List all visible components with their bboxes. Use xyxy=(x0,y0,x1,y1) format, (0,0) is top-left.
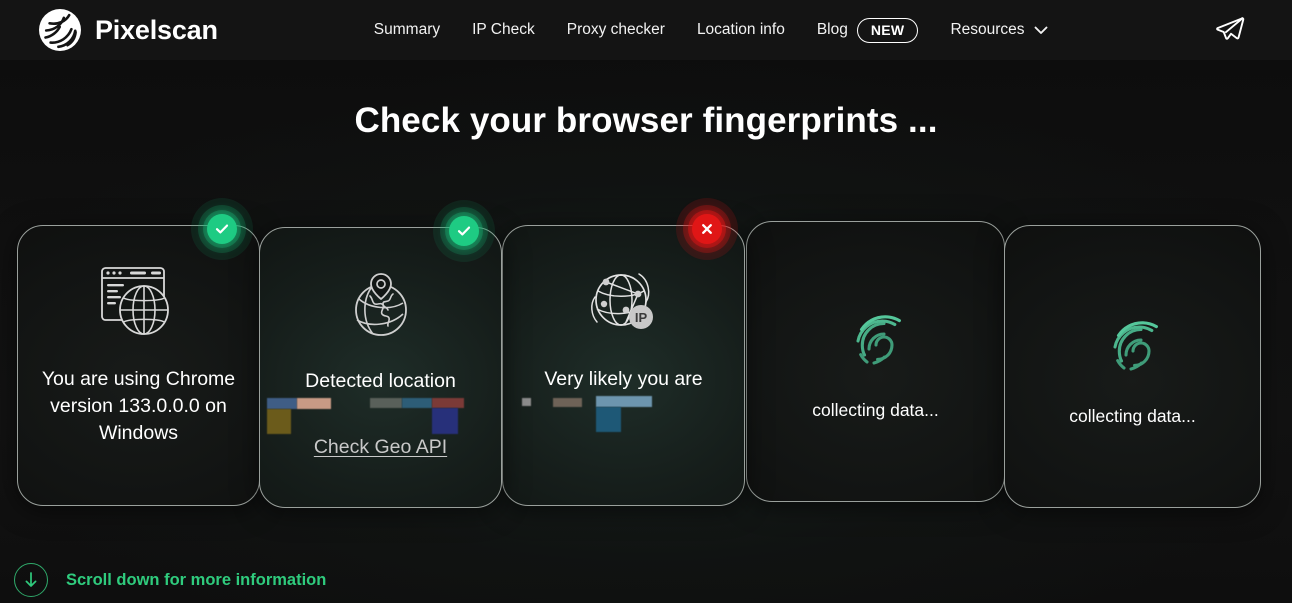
nav-item-summary[interactable]: Summary xyxy=(358,22,456,38)
redacted-proxy-value xyxy=(503,396,744,432)
nav-item-proxy-checker[interactable]: Proxy checker xyxy=(551,22,681,38)
redacted-location-value xyxy=(260,398,501,434)
nav-item-resources[interactable]: Resources xyxy=(934,22,1063,38)
fingerprint-icon xyxy=(844,300,908,386)
status-badge-error xyxy=(676,198,738,260)
nav-item-ip-check[interactable]: IP Check xyxy=(456,22,551,38)
check-geo-api-link[interactable]: Check Geo API xyxy=(314,436,447,459)
card-location-title: Detected location xyxy=(305,370,456,392)
nav-item-resources-label: Resources xyxy=(950,21,1025,39)
card-fingerprint-1-label: collecting data... xyxy=(812,400,939,420)
globe-pin-icon xyxy=(341,262,421,348)
main-nav: Summary IP Check Proxy checker Location … xyxy=(358,17,1064,43)
summary-card-deck: You are using Chrome version 133.0.0.0 o… xyxy=(0,0,1292,603)
check-icon xyxy=(449,216,479,246)
top-navigation-bar: Pixelscan Summary IP Check Proxy checker… xyxy=(0,0,1292,60)
nav-item-blog-label: Blog xyxy=(816,21,848,39)
browser-globe-icon xyxy=(97,260,181,346)
check-icon xyxy=(207,214,237,244)
fingerprint-icon xyxy=(1101,306,1165,392)
brand-name: Pixelscan xyxy=(95,14,218,45)
card-browser[interactable]: You are using Chrome version 133.0.0.0 o… xyxy=(17,198,260,506)
nav-item-blog[interactable]: Blog NEW xyxy=(801,17,935,43)
card-fingerprint-1[interactable]: collecting data... xyxy=(746,221,1005,502)
svg-text:IP: IP xyxy=(634,310,647,325)
nav-item-location-info[interactable]: Location info xyxy=(681,22,801,38)
pixelscan-spiral-logo-icon xyxy=(36,6,84,54)
card-browser-title: You are using Chrome version 133.0.0.0 o… xyxy=(41,368,236,444)
card-proxy-title: Very likely you are xyxy=(544,368,703,390)
scroll-down-label: Scroll down for more information xyxy=(66,570,327,589)
card-proxy[interactable]: IP Very likely you are xyxy=(502,198,745,506)
ip-network-globe-icon: IP xyxy=(584,260,664,346)
status-badge-ok xyxy=(191,198,253,260)
telegram-send-icon[interactable] xyxy=(1214,14,1246,46)
card-fingerprint-2[interactable]: collecting data... xyxy=(1004,225,1261,508)
chevron-down-icon xyxy=(1034,26,1048,35)
brand-logo-link[interactable]: Pixelscan xyxy=(36,6,218,54)
pixelscan-landing-page: Pixelscan Summary IP Check Proxy checker… xyxy=(0,0,1292,603)
status-badge-ok xyxy=(433,200,495,262)
arrow-down-icon xyxy=(14,563,48,597)
scroll-down-hint[interactable]: Scroll down for more information xyxy=(14,563,326,597)
card-location[interactable]: Detected location Check Geo API xyxy=(259,200,502,508)
close-icon xyxy=(692,214,722,244)
card-fingerprint-2-label: collecting data... xyxy=(1069,406,1196,426)
new-badge: NEW xyxy=(856,17,919,43)
